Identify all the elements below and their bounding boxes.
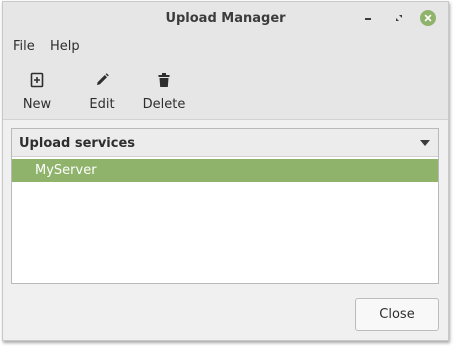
upload-services-list: Upload services MyServer [11, 128, 439, 284]
chevron-down-icon [420, 140, 430, 146]
upload-manager-window: Upload Manager File Help New Edit Delete… [2, 1, 449, 341]
new-button[interactable]: New [19, 58, 55, 118]
list-item-label: MyServer [35, 163, 97, 178]
close-window-button[interactable] [420, 10, 436, 26]
close-button[interactable]: Close [355, 298, 439, 331]
window-title: Upload Manager [165, 11, 286, 26]
edit-button[interactable]: Edit [84, 58, 120, 118]
minimize-button[interactable] [360, 10, 376, 26]
new-label: New [22, 97, 52, 112]
list-item[interactable]: MyServer [12, 159, 438, 182]
toolbar: New Edit Delete [3, 58, 448, 120]
trash-icon [154, 70, 174, 90]
edit-label: Edit [89, 97, 115, 112]
delete-button[interactable]: Delete [139, 58, 189, 118]
menu-help[interactable]: Help [50, 39, 80, 54]
upload-services-combo[interactable]: Upload services [12, 129, 438, 157]
delete-label: Delete [142, 97, 186, 112]
title-bar[interactable]: Upload Manager [3, 2, 448, 34]
restore-icon [396, 15, 402, 21]
menu-file[interactable]: File [13, 39, 35, 54]
minimize-icon [365, 18, 371, 20]
close-icon [424, 14, 432, 22]
upload-services-label: Upload services [19, 136, 136, 151]
pencil-icon [92, 70, 112, 90]
menu-bar: File Help [3, 34, 448, 58]
add-icon [27, 70, 47, 90]
maximize-button[interactable] [391, 10, 407, 26]
